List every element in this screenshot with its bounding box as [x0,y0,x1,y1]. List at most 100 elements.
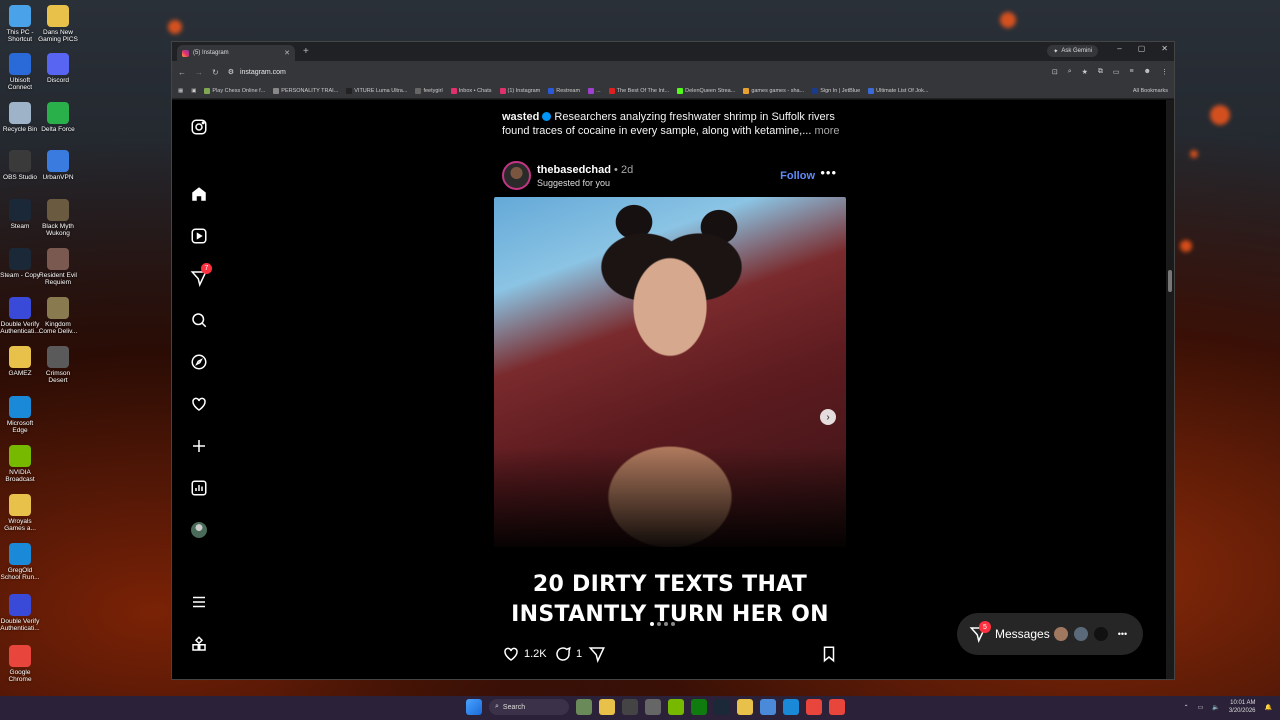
bookmark-item[interactable]: Play Chess Online f... [204,87,265,94]
install-app-icon[interactable]: ⊡ [1052,68,1058,76]
bookmark-item[interactable]: Inbox • Chats [450,87,492,94]
desktop-icon[interactable]: NVIDIA Broadcast [0,445,40,483]
maximize-button[interactable]: ▢ [1138,44,1146,53]
bookmark-item[interactable]: Restream [548,87,580,94]
minimize-button[interactable]: – [1117,44,1121,53]
close-tab-icon[interactable]: ✕ [284,49,290,57]
zoom-icon[interactable]: ⌕ [1068,68,1072,76]
taskbar-search[interactable]: ⌕ Search [489,699,569,715]
instagram-logo-icon[interactable] [187,115,211,139]
desktop-icon[interactable]: Google Chrome [0,645,40,683]
media-controls-icon[interactable]: ≡ [1130,68,1134,76]
bookmark-item[interactable]: feetygirl [415,87,443,94]
bookmark-item[interactable]: The Best Of The Int... [608,87,669,94]
folder-icon[interactable] [737,699,753,715]
desktop-icon[interactable]: Black Myth Wukong [38,199,78,237]
start-windows-icon[interactable] [466,699,482,715]
desktop-icon[interactable]: Crimson Desert [38,346,78,384]
post-media[interactable]: 20 DIRTY TEXTS THAT INSTANTLY TURN HER O… [494,197,846,635]
bookmark-item[interactable]: (1) Instagram [499,87,540,94]
messages-pill[interactable]: 5 Messages ••• [957,613,1143,655]
bookmark-item[interactable]: VITURE Luma Ultra... [346,87,407,94]
tab-instagram[interactable]: (5) Instagram ✕ [177,45,295,61]
more-menu-icon[interactable] [187,590,211,614]
edge-icon[interactable] [783,699,799,715]
desktop-icon[interactable]: Resident Evil Requiem [38,248,78,286]
settings-icon[interactable] [645,699,661,715]
desktop-icon[interactable]: Steam - Copy [0,248,40,279]
widgets-icon[interactable] [576,699,592,715]
page-scrollbar[interactable] [1166,100,1174,679]
network-icon[interactable]: ▭ [1198,704,1204,711]
close-window-button[interactable]: ✕ [1161,44,1168,53]
desktop-icon[interactable]: Dans New Gaming PICS [38,5,78,43]
desktop-icon[interactable]: Wroyals Games a... [0,494,40,532]
caption-more-link[interactable]: more [814,125,839,137]
url-field[interactable]: ⚙ instagram.com [228,68,286,77]
volume-icon[interactable]: 🔈 [1212,704,1219,711]
bookmark-item[interactable]: ... [588,87,601,94]
chrome-icon[interactable] [806,699,822,715]
all-bookmarks-button[interactable]: All Bookmarks [1133,88,1168,94]
menu-icon[interactable]: ⋮ [1161,68,1168,76]
follow-button[interactable]: Follow [780,170,815,182]
desktop-icon[interactable]: Kingdom Come Deliv... [38,297,78,335]
bookmark-item[interactable]: Sign In | JetBlue [812,87,860,94]
desktop-icon[interactable]: Double Verify Authenticati... [0,594,40,632]
bookmark-item[interactable]: DelenQueen Strea... [677,87,735,94]
ask-gemini-button[interactable]: ✦ Ask Gemini [1047,45,1098,57]
desktop-icon[interactable]: Recycle Bin [0,102,40,133]
caption-username[interactable]: wasted [502,111,539,123]
create-plus-icon[interactable] [187,434,211,458]
also-from-meta-icon[interactable] [187,632,211,656]
chrome-active-icon[interactable] [829,699,845,715]
split-view-icon[interactable]: ▭ [1113,68,1120,76]
notifications-heart-icon[interactable] [187,392,211,416]
nvidia-icon[interactable] [668,699,684,715]
desktop-icon[interactable]: OBS Studio [0,150,40,181]
desktop-icon[interactable]: UrbanVPN [38,150,78,181]
notifications-icon[interactable]: 🔔 [1265,704,1272,711]
post-author-avatar[interactable] [502,161,531,190]
scrollbar-thumb[interactable] [1168,270,1172,292]
forward-icon[interactable]: → [195,68,203,77]
home-icon[interactable] [187,182,211,206]
desktop-icon[interactable]: This PC - Shortcut [0,5,40,43]
post-options-icon[interactable]: ••• [820,165,837,180]
task-view-icon[interactable] [622,699,638,715]
desktop-icon[interactable]: GAMEZ [0,346,40,377]
share-button[interactable] [588,645,606,663]
store-icon[interactable] [760,699,776,715]
desktop-icon[interactable]: Steam [0,199,40,230]
reels-icon[interactable] [187,224,211,248]
extensions-icon[interactable]: ⧉ [1098,68,1103,76]
messages-nav-icon[interactable]: 7 [187,263,212,290]
bookmark-item[interactable]: Ultimate List Of Jok... [868,87,928,94]
profile-icon[interactable]: ☻ [1144,68,1151,76]
desktop-icon[interactable]: Delta Force [38,102,78,133]
bookmark-star-icon[interactable]: ★ [1082,68,1088,76]
clock[interactable]: 10:01 AM 3/20/2026 [1229,699,1256,715]
explore-icon[interactable] [187,350,211,374]
reload-icon[interactable]: ↻ [212,68,219,77]
desktop-icon[interactable]: Ubisoft Connect [0,53,40,91]
site-info-icon[interactable]: ⚙ [228,68,234,76]
tab-groups-icon[interactable]: ▣ [191,88,196,94]
dashboard-icon[interactable] [187,476,211,500]
desktop-icon[interactable]: Double Verify Authenticati... [0,297,40,335]
apps-icon[interactable]: ▦ [178,88,183,94]
steam-icon[interactable] [714,699,730,715]
post-username[interactable]: thebasedchad [537,164,611,176]
bookmark-item[interactable]: PERSONALITY TRAI... [273,87,338,94]
save-button[interactable] [820,645,838,663]
tray-chevron-icon[interactable]: ⌃ [1184,704,1189,711]
profile-avatar[interactable] [187,518,211,542]
desktop-icon[interactable]: Microsoft Edge [0,396,40,434]
bookmark-item[interactable]: games games - sha... [743,87,804,94]
search-icon[interactable] [187,308,211,332]
carousel-next-button[interactable]: › [820,409,836,425]
comment-button[interactable]: 1 [554,645,582,663]
desktop-icon[interactable]: Discord [38,53,78,84]
desktop-icon[interactable]: GregOld School Run... [0,543,40,581]
new-tab-button[interactable]: + [303,46,309,57]
